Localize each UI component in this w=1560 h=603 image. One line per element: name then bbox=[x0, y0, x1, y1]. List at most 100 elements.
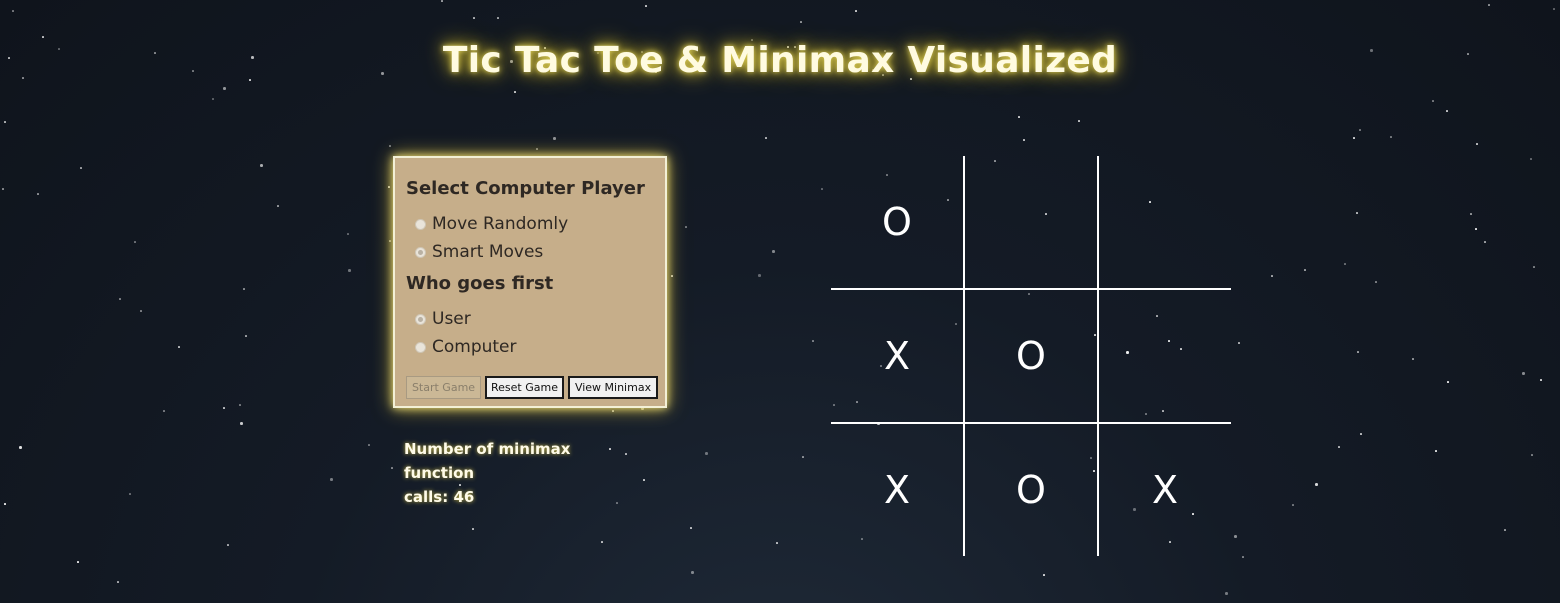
star bbox=[1446, 110, 1448, 112]
view-minimax-button[interactable]: View Minimax bbox=[568, 376, 658, 399]
star bbox=[1357, 351, 1359, 353]
board-cell-1[interactable] bbox=[965, 156, 1097, 288]
star bbox=[1432, 100, 1434, 102]
board-cell-8[interactable]: X bbox=[1099, 424, 1231, 556]
star bbox=[19, 446, 22, 449]
radio-smart-moves-circle[interactable] bbox=[415, 246, 426, 258]
star bbox=[117, 581, 119, 583]
star bbox=[239, 404, 241, 406]
star bbox=[1304, 269, 1306, 271]
star bbox=[473, 17, 475, 19]
star bbox=[80, 167, 82, 169]
star bbox=[2, 188, 4, 190]
star bbox=[671, 275, 673, 277]
star bbox=[772, 250, 775, 253]
star bbox=[77, 561, 79, 563]
settings-panel: Select Computer Player Move Randomly Sma… bbox=[393, 156, 667, 408]
board-cell-7[interactable]: O bbox=[965, 424, 1097, 556]
radio-computer-first-circle[interactable] bbox=[415, 341, 426, 353]
star bbox=[391, 467, 393, 469]
star bbox=[1078, 120, 1080, 122]
star bbox=[4, 121, 6, 123]
radio-smart-moves-label: Smart Moves bbox=[432, 242, 544, 262]
computer-player-heading: Select Computer Player bbox=[406, 178, 645, 199]
board-cell-2[interactable] bbox=[1099, 156, 1231, 288]
star bbox=[705, 452, 708, 455]
star bbox=[212, 98, 214, 100]
star bbox=[227, 544, 229, 546]
starfield-background bbox=[0, 0, 1560, 603]
star bbox=[685, 226, 687, 228]
star bbox=[1533, 266, 1535, 268]
start-game-button[interactable]: Start Game bbox=[406, 376, 481, 399]
star bbox=[1476, 143, 1478, 145]
radio-user-first[interactable]: User bbox=[415, 308, 471, 330]
star bbox=[1356, 212, 1358, 214]
radio-user-first-circle[interactable] bbox=[415, 313, 426, 325]
star bbox=[12, 10, 14, 12]
star bbox=[691, 571, 694, 574]
star bbox=[1315, 483, 1318, 486]
reset-game-button[interactable]: Reset Game bbox=[485, 376, 564, 399]
star bbox=[129, 493, 131, 495]
star bbox=[368, 444, 370, 446]
star bbox=[1484, 241, 1486, 243]
board-cell-3[interactable]: X bbox=[831, 290, 963, 422]
star bbox=[1023, 139, 1025, 141]
board-cell-0[interactable]: O bbox=[831, 156, 963, 288]
board-cell-4[interactable]: O bbox=[965, 290, 1097, 422]
minimax-calls-counter: Number of minimax function calls: 46 bbox=[404, 437, 644, 509]
board-cell-6[interactable]: X bbox=[831, 424, 963, 556]
star bbox=[536, 148, 538, 150]
star bbox=[243, 288, 245, 290]
star bbox=[497, 17, 499, 19]
star bbox=[553, 137, 556, 140]
radio-computer-first[interactable]: Computer bbox=[415, 336, 517, 358]
star bbox=[1344, 263, 1346, 265]
star bbox=[240, 422, 243, 425]
star bbox=[260, 164, 263, 167]
star bbox=[765, 137, 767, 139]
minimax-calls-line2: calls: 46 bbox=[404, 488, 475, 506]
star bbox=[800, 21, 802, 23]
star bbox=[1522, 372, 1525, 375]
star bbox=[223, 407, 225, 409]
star bbox=[855, 10, 857, 12]
star bbox=[277, 205, 279, 207]
star bbox=[4, 503, 6, 505]
star bbox=[758, 274, 761, 277]
star bbox=[1292, 504, 1294, 506]
board-cell-5[interactable] bbox=[1099, 290, 1231, 422]
star bbox=[514, 91, 516, 93]
star bbox=[1271, 275, 1273, 277]
star bbox=[245, 335, 247, 337]
tic-tac-toe-board: O X O X O X bbox=[831, 156, 1231, 556]
star bbox=[37, 193, 39, 195]
star bbox=[1475, 228, 1477, 230]
star bbox=[389, 145, 391, 147]
star bbox=[1531, 454, 1533, 456]
star bbox=[1359, 129, 1361, 131]
star bbox=[1338, 446, 1340, 448]
star bbox=[1530, 158, 1532, 160]
radio-move-randomly-circle[interactable] bbox=[415, 218, 426, 230]
star bbox=[821, 188, 823, 190]
radio-smart-moves[interactable]: Smart Moves bbox=[415, 241, 543, 263]
star bbox=[601, 541, 603, 543]
star bbox=[134, 241, 136, 243]
radio-computer-first-label: Computer bbox=[432, 337, 517, 357]
star bbox=[1353, 137, 1355, 139]
star bbox=[389, 240, 391, 242]
star bbox=[802, 456, 804, 458]
radio-move-randomly-label: Move Randomly bbox=[432, 214, 569, 234]
star bbox=[612, 410, 614, 412]
star bbox=[223, 87, 226, 90]
star bbox=[119, 298, 121, 300]
radio-move-randomly[interactable]: Move Randomly bbox=[415, 213, 568, 235]
star bbox=[163, 410, 165, 412]
star bbox=[42, 36, 44, 38]
star bbox=[441, 0, 443, 2]
star bbox=[1390, 136, 1392, 138]
star bbox=[472, 528, 474, 530]
star bbox=[348, 269, 351, 272]
